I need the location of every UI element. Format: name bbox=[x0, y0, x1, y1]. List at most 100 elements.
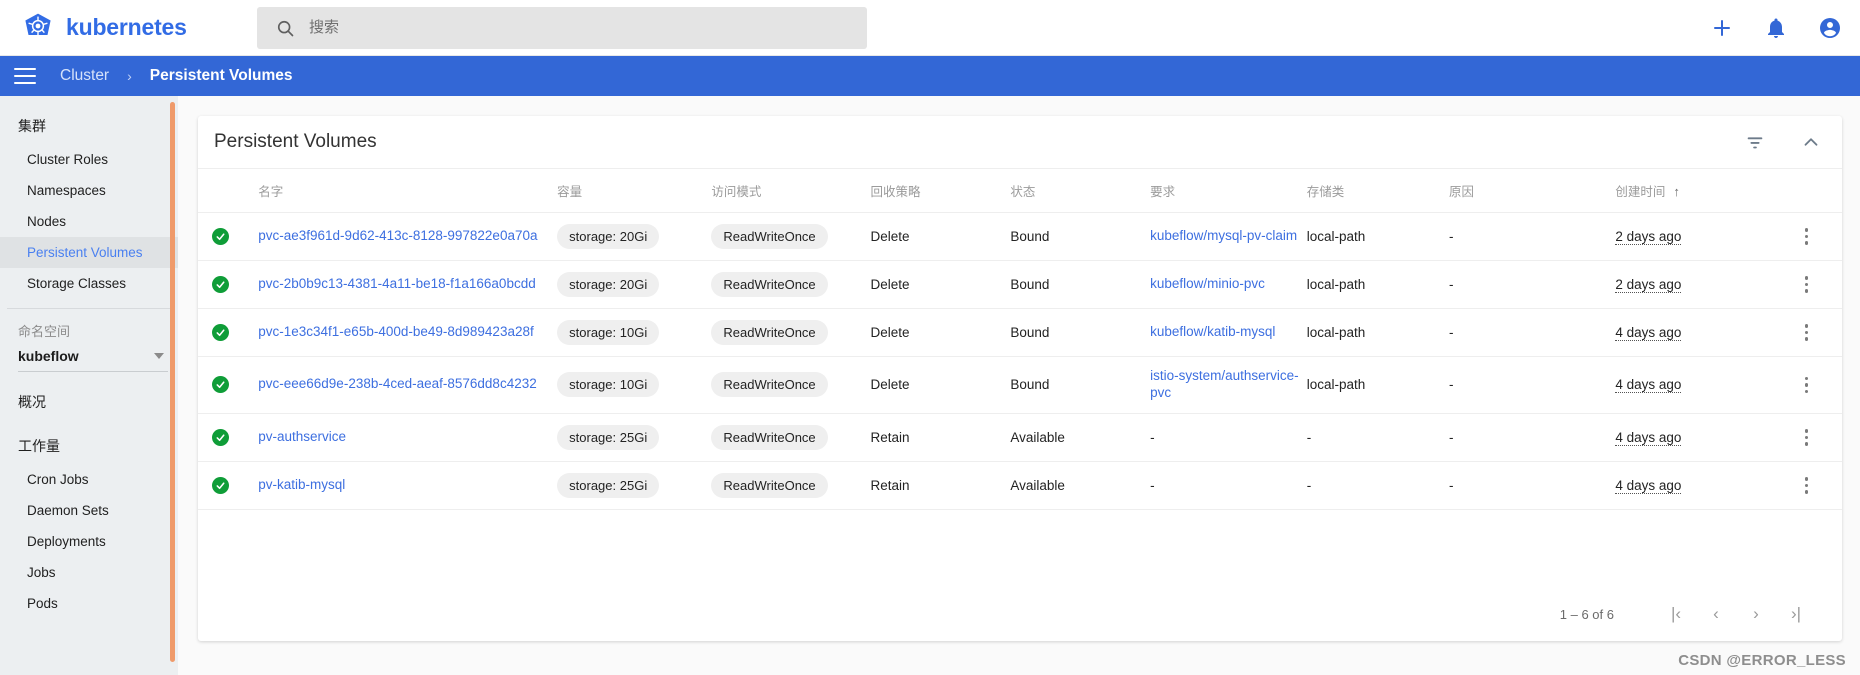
row-reclaim-policy-cell: Delete bbox=[871, 213, 1011, 261]
sidebar-scrollbar[interactable] bbox=[170, 102, 175, 662]
row-name-cell[interactable]: pv-katib-mysql bbox=[258, 461, 557, 509]
capacity-chip: storage: 25Gi bbox=[557, 425, 659, 450]
more-options-icon[interactable] bbox=[1779, 429, 1834, 446]
capacity-chip: storage: 10Gi bbox=[557, 372, 659, 397]
pv-name-link[interactable]: pvc-eee66d9e-238b-4ced-aeaf-8576dd8c4232 bbox=[258, 376, 536, 391]
search-box[interactable] bbox=[257, 7, 867, 49]
more-options-icon[interactable] bbox=[1779, 377, 1834, 394]
sidebar-item-storage-classes[interactable]: Storage Classes bbox=[0, 268, 178, 299]
pv-name-link[interactable]: pv-katib-mysql bbox=[258, 477, 345, 492]
namespace-select[interactable]: kubeflow bbox=[18, 346, 168, 372]
sidebar-item-deployments[interactable]: Deployments bbox=[0, 526, 178, 557]
claim-link[interactable]: kubeflow/minio-pvc bbox=[1150, 276, 1265, 291]
column-header-status[interactable]: 状态 bbox=[1010, 169, 1150, 213]
table-row[interactable]: pvc-ae3f961d-9d62-413c-8128-997822e0a70a… bbox=[198, 213, 1842, 261]
table-row[interactable]: pvc-eee66d9e-238b-4ced-aeaf-8576dd8c4232… bbox=[198, 357, 1842, 414]
brand-name: kubernetes bbox=[66, 14, 187, 41]
search-input[interactable] bbox=[309, 19, 849, 36]
claim-link[interactable]: kubeflow/katib-mysql bbox=[1150, 324, 1275, 339]
claim-link[interactable]: kubeflow/mysql-pv-claim bbox=[1150, 228, 1297, 243]
more-options-icon[interactable] bbox=[1779, 228, 1834, 245]
access-mode-chip: ReadWriteOnce bbox=[711, 272, 827, 297]
sidebar-item-persistent-volumes[interactable]: Persistent Volumes bbox=[0, 237, 178, 268]
pv-name-link[interactable]: pv-authservice bbox=[258, 429, 346, 444]
column-header-created-label: 创建时间 bbox=[1615, 185, 1665, 199]
row-status-icon-cell bbox=[198, 261, 258, 309]
table-row[interactable]: pvc-1e3c34f1-e65b-400d-be49-8d989423a28f… bbox=[198, 309, 1842, 357]
row-actions-cell[interactable] bbox=[1779, 357, 1842, 414]
column-header-reclaim-policy[interactable]: 回收策略 bbox=[871, 169, 1011, 213]
filter-list-icon[interactable] bbox=[1744, 131, 1766, 153]
pv-name-link[interactable]: pvc-2b0b9c13-4381-4a11-be18-f1a166a0bcdd bbox=[258, 276, 535, 291]
column-header-capacity[interactable]: 容量 bbox=[557, 169, 711, 213]
previous-page-button[interactable]: ‹ bbox=[1696, 604, 1736, 624]
breadcrumb-parent[interactable]: Cluster bbox=[60, 67, 109, 85]
sidebar-group-overview[interactable]: 概况 bbox=[0, 372, 178, 420]
sidebar-item-cluster-roles[interactable]: Cluster Roles bbox=[0, 144, 178, 175]
row-access-modes-cell: ReadWriteOnce bbox=[711, 357, 870, 414]
column-header-claim[interactable]: 要求 bbox=[1150, 169, 1307, 213]
column-header-name[interactable]: 名字 bbox=[258, 169, 557, 213]
table-row[interactable]: pvc-2b0b9c13-4381-4a11-be18-f1a166a0bcdd… bbox=[198, 261, 1842, 309]
check-circle-icon bbox=[212, 376, 229, 393]
row-name-cell[interactable]: pvc-eee66d9e-238b-4ced-aeaf-8576dd8c4232 bbox=[258, 357, 557, 414]
row-actions-cell[interactable] bbox=[1779, 461, 1842, 509]
created-age: 4 days ago bbox=[1615, 430, 1681, 446]
row-status-icon-cell bbox=[198, 357, 258, 414]
pv-name-link[interactable]: pvc-1e3c34f1-e65b-400d-be49-8d989423a28f bbox=[258, 324, 533, 339]
row-actions-cell[interactable] bbox=[1779, 309, 1842, 357]
row-name-cell[interactable]: pvc-2b0b9c13-4381-4a11-be18-f1a166a0bcdd bbox=[258, 261, 557, 309]
plus-icon[interactable] bbox=[1710, 16, 1734, 40]
sidebar-item-cron-jobs[interactable]: Cron Jobs bbox=[0, 464, 178, 495]
sidebar-item-jobs[interactable]: Jobs bbox=[0, 557, 178, 588]
row-created-cell: 2 days ago bbox=[1615, 261, 1779, 309]
page-title: Persistent Volumes bbox=[214, 131, 1710, 153]
account-circle-icon[interactable] bbox=[1818, 16, 1842, 40]
sidebar-group-cluster: 集群 bbox=[0, 106, 178, 144]
column-header-access-modes[interactable]: 访问模式 bbox=[711, 169, 870, 213]
card-header: Persistent Volumes bbox=[198, 116, 1842, 169]
created-age: 4 days ago bbox=[1615, 478, 1681, 494]
column-header-storage-class[interactable]: 存储类 bbox=[1307, 169, 1449, 213]
row-actions-cell[interactable] bbox=[1779, 213, 1842, 261]
check-circle-icon bbox=[212, 429, 229, 446]
row-name-cell[interactable]: pvc-1e3c34f1-e65b-400d-be49-8d989423a28f bbox=[258, 309, 557, 357]
breadcrumb-separator-icon: › bbox=[127, 68, 132, 84]
brand-logo-area[interactable]: kubernetes bbox=[0, 12, 238, 44]
created-age: 2 days ago bbox=[1615, 277, 1681, 293]
row-capacity-cell: storage: 20Gi bbox=[557, 213, 711, 261]
created-age: 2 days ago bbox=[1615, 229, 1681, 245]
more-options-icon[interactable] bbox=[1779, 324, 1834, 341]
row-claim-cell[interactable]: kubeflow/minio-pvc bbox=[1150, 261, 1307, 309]
sidebar-item-pods[interactable]: Pods bbox=[0, 588, 178, 619]
chevron-up-icon[interactable] bbox=[1800, 131, 1822, 153]
row-name-cell[interactable]: pv-authservice bbox=[258, 413, 557, 461]
row-storage-class-cell: local-path bbox=[1307, 261, 1449, 309]
row-actions-cell[interactable] bbox=[1779, 413, 1842, 461]
sidebar-item-daemon-sets[interactable]: Daemon Sets bbox=[0, 495, 178, 526]
row-claim-cell[interactable]: istio-system/authservice-pvc bbox=[1150, 357, 1307, 414]
hamburger-menu-icon[interactable] bbox=[14, 68, 36, 84]
claim-link[interactable]: istio-system/authservice-pvc bbox=[1150, 368, 1299, 400]
row-claim-cell[interactable]: kubeflow/mysql-pv-claim bbox=[1150, 213, 1307, 261]
table-row[interactable]: pv-katib-mysqlstorage: 25GiReadWriteOnce… bbox=[198, 461, 1842, 509]
column-header-reason[interactable]: 原因 bbox=[1449, 169, 1615, 213]
last-page-button[interactable]: ›| bbox=[1776, 604, 1816, 624]
table-row[interactable]: pv-authservicestorage: 25GiReadWriteOnce… bbox=[198, 413, 1842, 461]
row-actions-cell[interactable] bbox=[1779, 261, 1842, 309]
bell-icon[interactable] bbox=[1764, 16, 1788, 40]
row-reclaim-policy-cell: Delete bbox=[871, 261, 1011, 309]
column-header-created[interactable]: 创建时间↑ bbox=[1615, 169, 1779, 213]
row-status-icon-cell bbox=[198, 461, 258, 509]
more-options-icon[interactable] bbox=[1779, 477, 1834, 494]
more-options-icon[interactable] bbox=[1779, 276, 1834, 293]
namespace-value: kubeflow bbox=[18, 348, 79, 364]
row-name-cell[interactable]: pvc-ae3f961d-9d62-413c-8128-997822e0a70a bbox=[258, 213, 557, 261]
pv-name-link[interactable]: pvc-ae3f961d-9d62-413c-8128-997822e0a70a bbox=[258, 228, 537, 243]
sidebar-item-nodes[interactable]: Nodes bbox=[0, 206, 178, 237]
row-claim-cell[interactable]: kubeflow/katib-mysql bbox=[1150, 309, 1307, 357]
sidebar-item-namespaces[interactable]: Namespaces bbox=[0, 175, 178, 206]
first-page-button[interactable]: |‹ bbox=[1656, 604, 1696, 624]
row-status-cell: Bound bbox=[1010, 261, 1150, 309]
next-page-button[interactable]: › bbox=[1736, 604, 1776, 624]
